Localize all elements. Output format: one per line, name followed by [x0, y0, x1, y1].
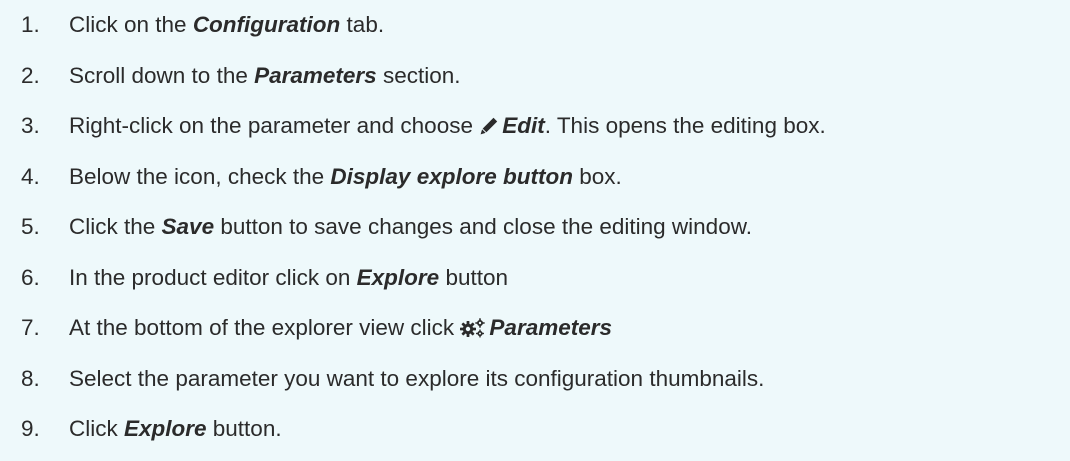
- emphasized-term: Explore: [356, 264, 440, 290]
- step-number: 2.: [21, 62, 40, 88]
- step-text: Right-click on the parameter and choose …: [69, 107, 826, 148]
- step-number: 3.: [21, 113, 40, 138]
- step-text-run: Click: [69, 416, 124, 441]
- step-item: 1. Click on the Configuration tab.: [0, 6, 1070, 57]
- step-text: Scroll down to the Parameters section.: [69, 57, 461, 95]
- step-item: 3. Right-click on the parameter and choos…: [0, 107, 1070, 158]
- emphasized-term: Edit: [502, 113, 545, 138]
- step-text-run: . This opens the editing box.: [544, 113, 826, 138]
- step-text: Click on the Configuration tab.: [69, 6, 384, 44]
- step-item: 9. Click Explore button.: [0, 410, 1070, 461]
- step-text-run: box.: [572, 163, 622, 189]
- step-text-run: In the product editor click on: [69, 264, 357, 290]
- step-item: 4. Below the icon, check the Display expl…: [0, 158, 1070, 209]
- step-item: 8. Select the parameter you want to explo…: [0, 360, 1070, 411]
- step-number: 4.: [21, 163, 40, 189]
- pencil-icon: [479, 110, 499, 148]
- step-item: 5. Click the Save button to save changes …: [0, 208, 1070, 259]
- step-text-run: Select the parameter you want to explore…: [69, 365, 765, 391]
- step-text-run: button.: [206, 416, 282, 441]
- step-number: 8.: [21, 365, 40, 391]
- step-text-run: tab.: [340, 12, 385, 37]
- step-text-run: Click the: [69, 214, 162, 239]
- step-number: 6.: [21, 264, 40, 290]
- step-text: Below the icon, check the Display explor…: [69, 158, 622, 196]
- step-item: 7. At the bottom of the explorer view cli…: [0, 309, 1070, 360]
- step-text: Click Explore button.: [69, 410, 282, 448]
- instruction-steps-list: 1. Click on the Configuration tab. 2. Scrol…: [0, 6, 1070, 461]
- step-text: In the product editor click on Explore b…: [69, 259, 508, 297]
- step-text-run: Scroll down to the: [69, 62, 255, 88]
- step-number: 5.: [21, 214, 40, 239]
- step-text-run: section.: [376, 62, 461, 88]
- step-item: 6. In the product editor click on Explore…: [0, 259, 1070, 310]
- step-text-run: button: [439, 264, 508, 290]
- step-item: 2. Scroll down to the Parameters section.: [0, 57, 1070, 108]
- step-text-run: Click on the: [69, 12, 193, 37]
- emphasized-term: Configuration: [192, 12, 341, 37]
- step-text-run: Below the icon, check the: [69, 163, 331, 189]
- step-number: 1.: [21, 12, 40, 37]
- step-text: At the bottom of the explorer view click…: [69, 309, 612, 350]
- emphasized-term: Parameters: [489, 315, 613, 340]
- emphasized-term: Display explore button: [330, 163, 573, 189]
- step-number: 9.: [21, 416, 40, 441]
- step-text-run: button to save changes and close the edi…: [214, 214, 752, 239]
- emphasized-term: Parameters: [254, 62, 377, 88]
- emphasized-term: Save: [161, 214, 215, 239]
- step-text: Click the Save button to save changes an…: [69, 208, 752, 246]
- step-text: Select the parameter you want to explore…: [69, 360, 764, 398]
- step-number: 7.: [21, 315, 40, 340]
- step-text-run: Right-click on the parameter and choose: [69, 113, 480, 138]
- step-text-run: At the bottom of the explorer view click: [69, 315, 461, 340]
- gears-icon: [460, 312, 486, 350]
- emphasized-term: Explore: [124, 416, 207, 441]
